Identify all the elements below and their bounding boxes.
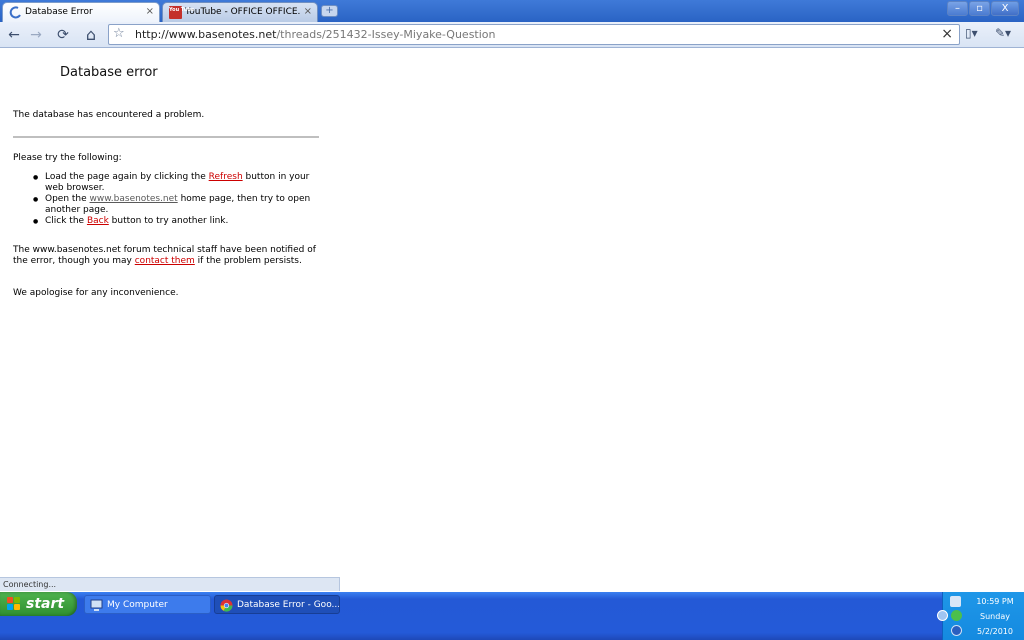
bookmark-star-icon[interactable]: ☆	[113, 26, 125, 41]
security-shield-icon[interactable]	[951, 610, 962, 621]
reload-button[interactable]: ⟳	[53, 25, 73, 45]
homepage-link[interactable]: www.basenotes.net	[90, 194, 178, 204]
taskbar-item-my-computer[interactable]: My Computer	[84, 595, 211, 614]
notified-paragraph: The www.basenotes.net forum technical st…	[13, 245, 316, 266]
list-item: Open the www.basenotes.net home page, th…	[33, 194, 323, 216]
taskbar-item-label: Database Error - Goo...	[237, 600, 340, 610]
url-host: http://www.basenotes.net	[135, 28, 277, 41]
stop-loading-icon[interactable]: ×	[941, 26, 953, 42]
address-url[interactable]: http://www.basenotes.net/threads/251432-…	[135, 28, 496, 41]
try-heading: Please try the following:	[13, 153, 122, 163]
wrench-menu-button[interactable]: ✎▾	[995, 26, 1011, 40]
computer-icon	[90, 599, 103, 611]
apology-text: We apologise for any inconvenience.	[13, 288, 179, 298]
page-menu-button[interactable]: ▯▾	[965, 26, 978, 40]
page-content: Database error The database has encounte…	[0, 49, 1024, 577]
taskbar-item-label: My Computer	[107, 600, 168, 610]
taskbar-item-chrome[interactable]: Database Error - Goo...	[214, 595, 340, 614]
url-path: /threads/251432-Issey-Miyake-Question	[276, 28, 496, 41]
tab-close-icon[interactable]: ×	[304, 3, 312, 21]
minimize-button[interactable]: –	[947, 1, 968, 16]
browser-tab-strip: Database Error × You Tube YouTube - OFFI…	[0, 0, 1024, 22]
loading-spinner-icon	[9, 6, 21, 19]
address-bar[interactable]: ☆ http://www.basenotes.net/threads/25143…	[108, 24, 960, 45]
back-link[interactable]: Back	[87, 216, 109, 226]
windows-logo-icon	[7, 597, 21, 611]
chrome-icon	[220, 599, 233, 612]
divider	[13, 136, 319, 138]
maximize-button[interactable]: ▫	[969, 1, 990, 16]
page-title: Database error	[60, 65, 158, 80]
new-tab-button[interactable]: +	[321, 5, 338, 17]
tab-title: Database Error	[25, 7, 93, 17]
start-label: start	[26, 596, 65, 612]
network-icon[interactable]	[950, 596, 961, 607]
system-tray: 10:59 PM Sunday 5/2/2010	[937, 592, 1024, 640]
tab-database-error[interactable]: Database Error ×	[2, 2, 160, 22]
clock-time[interactable]: 10:59 PM	[965, 597, 1024, 606]
clock-date: 5/2/2010	[977, 627, 1013, 636]
start-button[interactable]: start	[0, 592, 77, 616]
back-button[interactable]: ←	[4, 25, 24, 45]
windows-taskbar: start My Computer Database Error - Goo..…	[0, 592, 1024, 640]
error-intro: The database has encountered a problem.	[13, 110, 205, 120]
update-icon[interactable]	[951, 625, 962, 636]
clock-day: Sunday	[980, 612, 1010, 621]
status-bubble: Connecting...	[0, 577, 340, 591]
youtube-favicon-icon: You Tube	[169, 6, 194, 19]
home-button[interactable]: ⌂	[81, 25, 101, 45]
refresh-link[interactable]: Refresh	[209, 172, 243, 182]
browser-toolbar: ← → ⟳ ⌂ ☆ http://www.basenotes.net/threa…	[0, 22, 1024, 48]
close-window-button[interactable]: X	[991, 1, 1019, 16]
tab-youtube[interactable]: You Tube YouTube - OFFICE OFFICE... ×	[162, 2, 318, 22]
contact-link[interactable]: contact them	[135, 256, 195, 266]
forward-button[interactable]: →	[26, 25, 46, 45]
list-item: Load the page again by clicking the Refr…	[33, 172, 323, 194]
tray-expand-icon[interactable]	[937, 610, 948, 621]
list-item: Click the Back button to try another lin…	[33, 216, 323, 227]
suggestion-list: Load the page again by clicking the Refr…	[33, 172, 323, 227]
tab-title: YouTube - OFFICE OFFICE...	[185, 7, 301, 17]
tab-close-icon[interactable]: ×	[146, 3, 154, 21]
